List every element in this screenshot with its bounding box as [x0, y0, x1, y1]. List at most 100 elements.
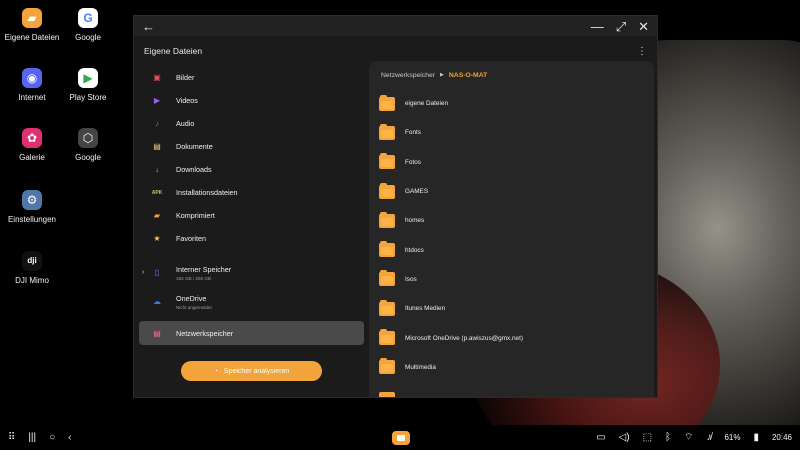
folder-icon: [379, 270, 395, 287]
close-icon[interactable]: ✕: [638, 20, 649, 33]
desktop-icon-internet[interactable]: ◉ Internet: [0, 68, 64, 103]
bluetooth-icon[interactable]: ᛒ: [665, 432, 671, 443]
desktop-icon-google-folder[interactable]: ⬡ Google: [56, 128, 120, 163]
folder-name: Microsoft OneDrive (p.awiszus@gmx.net): [405, 334, 523, 342]
sidebar-item-label: Downloads: [176, 165, 212, 174]
folder-icon: [379, 153, 395, 170]
storage-analyze-icon: ◔: [213, 367, 218, 375]
analyze-storage-button[interactable]: ◔ Speicher analysieren: [181, 361, 322, 381]
mute-icon: ♪̸: [706, 432, 712, 443]
folder-row[interactable]: Multimedia: [369, 353, 654, 382]
archive-icon: ▰: [153, 211, 161, 220]
sidebar-item-audio[interactable]: ♪ Audio: [134, 112, 369, 135]
desktop-icon-label: Google: [75, 33, 101, 42]
internet-icon: ◉: [22, 68, 42, 88]
folder-row[interactable]: Isos: [369, 265, 654, 294]
sidebar-item-videos[interactable]: ▶ Videos: [134, 89, 369, 112]
folder-name: Isos: [405, 275, 417, 283]
storage-subtitle: 182 GB / 256 GB: [176, 275, 211, 281]
onedrive-icon: ☁: [153, 297, 161, 306]
desktop-icon-label: Internet: [18, 93, 46, 102]
audio-icon: ♪: [155, 119, 159, 128]
storage-label: OneDrive: [176, 293, 207, 303]
sidebar-item-label: Audio: [176, 119, 195, 128]
folder-name: htdocs: [405, 246, 424, 254]
storage-subtitle: Nicht angemeldet: [176, 304, 212, 310]
folder-icon: [379, 123, 395, 140]
sidebar-item-onedrive[interactable]: ☁ OneDrive Nicht angemeldet: [134, 287, 369, 316]
notification-icon[interactable]: ▭: [596, 432, 605, 443]
wifi-icon: ⌔: [684, 432, 694, 443]
desktop-icon-dji-mimo[interactable]: dji DJI Mimo: [0, 251, 64, 286]
sidebar-item-installationsdateien[interactable]: APK Installationsdateien: [134, 181, 369, 204]
volume-icon[interactable]: ◁): [619, 432, 630, 443]
desktop-icon-eigene-dateien[interactable]: ▰ Eigene Dateien: [0, 8, 64, 43]
dji-icon: dji: [22, 251, 42, 271]
sidebar-item-interner-speicher[interactable]: › ▯ Interner Speicher 182 GB / 256 GB: [134, 258, 369, 287]
file-manager-window: ← — ⤢ ✕ Eigene Dateien ⋮ ▣ Bilder ▶ Videos…: [134, 16, 657, 397]
desktop-icon-einstellungen[interactable]: ⚙ Einstellungen: [0, 190, 64, 225]
folder-row[interactable]: eigene Dateien: [369, 89, 654, 118]
desktop-icon-galerie[interactable]: ✿ Galerie: [0, 128, 64, 163]
desktop-icon-google[interactable]: G Google: [56, 8, 120, 43]
folder-name: eigene Dateien: [405, 100, 448, 108]
back-navigation-icon[interactable]: ‹: [68, 432, 71, 443]
home-icon[interactable]: ○: [49, 432, 55, 443]
phone-storage-icon: ▯: [154, 268, 160, 277]
desktop-icon-label: Play Store: [69, 93, 107, 102]
battery-percent: 61%: [724, 433, 741, 442]
play-store-icon: ▶: [78, 68, 98, 88]
desktop-icon-play-store[interactable]: ▶ Play Store: [56, 68, 120, 103]
storage-label: Interner Speicher: [176, 264, 232, 274]
breadcrumb-parent[interactable]: Netzwerkspeicher: [381, 72, 435, 79]
folder-row[interactable]: Fonts: [369, 118, 654, 147]
folder-name: Fonts: [405, 129, 421, 137]
apps-grid-icon[interactable]: ⠿: [8, 432, 15, 443]
sidebar-item-label: Favoriten: [176, 234, 206, 243]
sidebar-item-dokumente[interactable]: ▤ Dokumente: [134, 135, 369, 158]
folder-row[interactable]: homes: [369, 206, 654, 235]
sidebar-item-komprimiert[interactable]: ▰ Komprimiert: [134, 204, 369, 227]
sidebar-item-label: Dokumente: [176, 142, 213, 151]
folder-icon: [379, 299, 395, 316]
desktop-icon-label: Galerie: [19, 153, 45, 162]
video-icon: ▶: [153, 96, 161, 105]
sidebar-item-netzwerkspeicher[interactable]: ▤ Netzwerkspeicher: [139, 321, 364, 345]
folder-name: homes: [405, 217, 425, 225]
sidebar-item-favoriten[interactable]: ★ Favoriten: [134, 227, 369, 250]
folder-icon: [379, 358, 395, 375]
desktop-icon-label: Google: [75, 153, 101, 162]
back-icon[interactable]: ←: [142, 20, 155, 33]
google-folder-icon: ⬡: [78, 128, 98, 148]
page-title: Eigene Dateien: [144, 46, 203, 56]
clock: 20:46: [771, 433, 792, 442]
recent-apps-icon[interactable]: |||: [28, 432, 36, 443]
taskbar-files-app-icon[interactable]: [392, 431, 410, 445]
folder-row[interactable]: Fotos: [369, 148, 654, 177]
sidebar-item-label: Videos: [176, 96, 198, 105]
folder-row[interactable]: Microsoft OneDrive (p.awiszus@gmx.net): [369, 323, 654, 352]
breadcrumb: Netzwerkspeicher ▶ NAS-O-MAT: [369, 61, 654, 89]
more-vertical-icon[interactable]: ⋮: [637, 46, 647, 57]
battery-icon: ▮: [753, 432, 759, 443]
maximize-icon[interactable]: ⤢: [616, 20, 626, 33]
folder-name: Itunes Medien: [405, 305, 446, 313]
storage-label-group: Interner Speicher 182 GB / 256 GB: [176, 265, 231, 281]
breadcrumb-separator-icon: ▶: [440, 72, 444, 78]
folder-row[interactable]: htdocs: [369, 235, 654, 264]
folder-icon: [379, 94, 395, 111]
sidebar-item-label: Netzwerkspeicher: [176, 328, 234, 338]
folder-name: GAMES: [405, 188, 429, 196]
chevron-right-icon[interactable]: ›: [142, 269, 144, 276]
folder-name: Fotos: [405, 158, 421, 166]
desktop-icon-label: Einstellungen: [7, 215, 57, 224]
sidebar-item-bilder[interactable]: ▣ Bilder: [134, 66, 369, 89]
folder-icon: [379, 241, 395, 258]
screen-cast-icon[interactable]: ⬚: [643, 432, 652, 443]
window-titlebar: ← — ⤢ ✕: [134, 16, 657, 36]
folder-row[interactable]: Itunes Medien: [369, 294, 654, 323]
sidebar-item-downloads[interactable]: ↓ Downloads: [134, 158, 369, 181]
minimize-icon[interactable]: —: [591, 20, 604, 33]
folder-row[interactable]: GAMES: [369, 177, 654, 206]
star-icon: ★: [153, 234, 161, 243]
